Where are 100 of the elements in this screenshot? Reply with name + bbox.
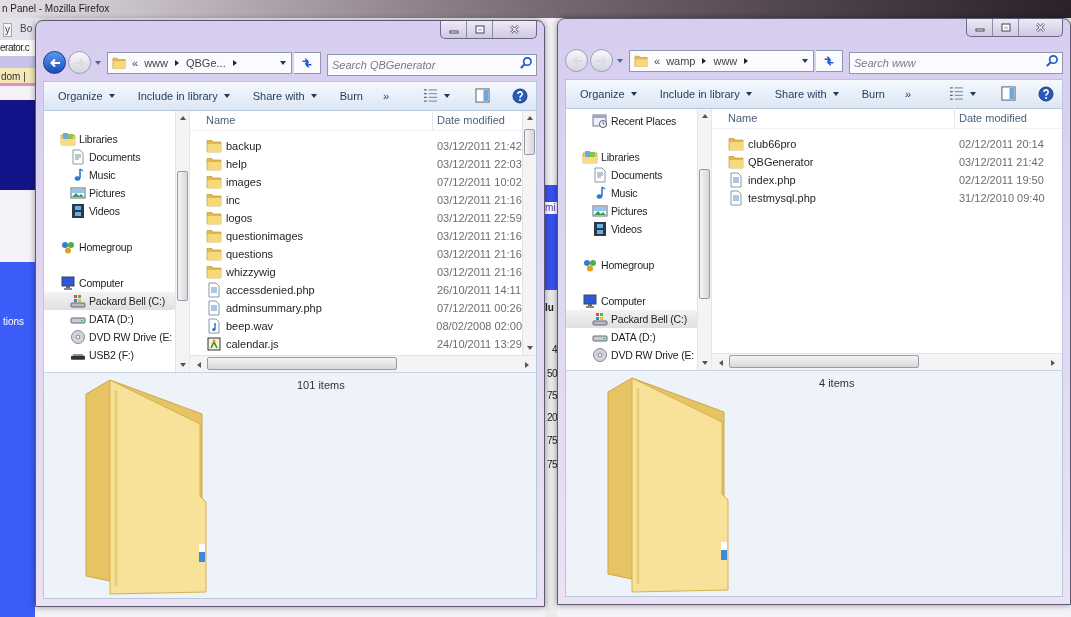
- file-name[interactable]: images: [226, 174, 262, 189]
- file-name[interactable]: beep.wav: [226, 318, 274, 333]
- separator-arrow-icon: [231, 58, 238, 67]
- toolbar-button[interactable]: Organize: [574, 82, 644, 105]
- picture-icon: [70, 184, 86, 201]
- search-field[interactable]: Search www: [849, 51, 1063, 74]
- file-name[interactable]: club66pro: [748, 136, 797, 151]
- overflow-chevron[interactable]: «: [654, 53, 661, 68]
- nav-item[interactable]: Homegroup: [566, 255, 697, 274]
- file-name[interactable]: QBGenerator: [748, 154, 814, 169]
- file-name[interactable]: adminsummary.php: [226, 300, 322, 315]
- file-name[interactable]: logos: [226, 210, 253, 225]
- separator-arrow-icon: [701, 56, 708, 65]
- horizontal-scrollbar[interactable]: [712, 353, 1062, 370]
- film-icon: [592, 220, 608, 237]
- nav-item[interactable]: Pictures: [566, 201, 697, 220]
- nav-item[interactable]: Videos: [566, 219, 697, 238]
- file-name[interactable]: questions: [226, 246, 274, 261]
- breadcrumb[interactable]: www: [713, 53, 738, 68]
- search-field[interactable]: Search QBGenerator: [327, 53, 537, 76]
- breadcrumb[interactable]: QBGe...: [185, 55, 226, 70]
- file-name[interactable]: backup: [226, 138, 262, 153]
- column-header[interactable]: Date modified: [955, 108, 1062, 129]
- file-name[interactable]: questionimages: [226, 228, 304, 243]
- toolbar-button[interactable]: Burn: [855, 82, 891, 105]
- vertical-scrollbar[interactable]: [522, 110, 536, 355]
- address-bar[interactable]: « www QBGe...: [107, 51, 292, 74]
- toolbar-button[interactable]: y: [3, 23, 12, 37]
- nav-item[interactable]: Packard Bell (C:): [566, 309, 697, 328]
- address-bar[interactable]: « wamp www: [629, 49, 814, 72]
- nav-item[interactable]: DVD RW Drive (E:: [566, 345, 697, 364]
- link-text[interactable]: dom |: [0, 68, 35, 86]
- vertical-scrollbar[interactable]: [175, 110, 189, 372]
- nav-item[interactable]: Recent Places: [566, 111, 697, 130]
- back-button[interactable]: [43, 51, 66, 75]
- scroll-thumb[interactable]: [177, 170, 188, 301]
- forward-button[interactable]: [590, 49, 613, 73]
- nav-item[interactable]: Libraries: [44, 129, 175, 148]
- column-header[interactable]: Name: [712, 108, 955, 129]
- nav-item[interactable]: Music: [566, 183, 697, 202]
- toolbar-button[interactable]: Include in library: [653, 82, 759, 105]
- nav-item[interactable]: Computer: [44, 273, 175, 292]
- scroll-up-arrow-icon: [179, 114, 187, 121]
- folder-icon: [112, 55, 126, 70]
- scroll-thumb[interactable]: [524, 128, 535, 155]
- nav-item[interactable]: DVD RW Drive (E:: [44, 327, 175, 346]
- toolbar-button[interactable]: Bo: [20, 23, 33, 35]
- nav-item[interactable]: Videos: [44, 201, 175, 220]
- nav-item[interactable]: Documents: [44, 147, 175, 166]
- nav-item[interactable]: Packard Bell (C:): [44, 291, 175, 310]
- arrow-icon: [48, 56, 61, 69]
- arrow-icon: [595, 54, 608, 67]
- date-modified: 03/12/2011 21:42: [436, 138, 522, 153]
- nav-item[interactable]: Homegroup: [44, 237, 175, 256]
- nav-item[interactable]: Computer: [566, 291, 697, 310]
- nav-item[interactable]: DATA (D:): [566, 327, 697, 346]
- refresh-button[interactable]: [816, 49, 843, 72]
- column-header[interactable]: Date modified: [433, 110, 522, 131]
- caret-icon: [801, 56, 809, 65]
- breadcrumb[interactable]: www: [144, 55, 168, 70]
- library-icon: [60, 130, 76, 147]
- nav-item[interactable]: Pictures: [44, 183, 175, 202]
- file-name[interactable]: inc: [226, 192, 241, 207]
- toolbar-button[interactable]: Share with: [246, 84, 324, 107]
- overflow-chevron[interactable]: «: [132, 55, 139, 70]
- file-name[interactable]: whizzywig: [226, 264, 276, 279]
- document-icon: [70, 148, 86, 165]
- vertical-scrollbar[interactable]: [697, 108, 711, 370]
- toolbar-button[interactable]: Share with: [768, 82, 846, 105]
- help-icon: [1038, 85, 1054, 102]
- file-name[interactable]: testmysql.php: [748, 190, 816, 205]
- file-name[interactable]: accessdenied.php: [226, 282, 315, 297]
- breadcrumb[interactable]: wamp: [666, 53, 696, 68]
- sidebar-text[interactable]: tions: [3, 316, 25, 328]
- nav-item[interactable]: DATA (D:): [44, 309, 175, 328]
- toolbar-button[interactable]: Burn: [333, 84, 369, 107]
- date-modified: 07/12/2011 00:26: [436, 300, 522, 315]
- folder-icon: [728, 153, 744, 170]
- toolbar-button[interactable]: Include in library: [131, 84, 237, 107]
- scroll-thumb[interactable]: [207, 357, 397, 370]
- scroll-thumb[interactable]: [729, 355, 919, 368]
- nav-item[interactable]: Music: [44, 165, 175, 184]
- more-commands-button[interactable]: »: [378, 88, 394, 103]
- scroll-up-arrow-icon: [526, 114, 534, 121]
- file-name[interactable]: help: [226, 156, 247, 171]
- file-name[interactable]: calendar.js: [226, 336, 279, 351]
- nav-item[interactable]: USB2 (F:): [44, 345, 175, 364]
- date-modified: 02/12/2011 20:14: [958, 136, 1044, 151]
- more-commands-button[interactable]: »: [900, 86, 916, 101]
- folder-icon: [206, 209, 222, 226]
- refresh-button[interactable]: [294, 51, 321, 74]
- nav-item[interactable]: Documents: [566, 165, 697, 184]
- toolbar-button[interactable]: Organize: [52, 84, 122, 107]
- scroll-up-arrow-icon: [701, 112, 709, 119]
- file-name[interactable]: index.php: [748, 172, 796, 187]
- nav-item[interactable]: Libraries: [566, 147, 697, 166]
- horizontal-scrollbar[interactable]: [190, 355, 536, 372]
- folder-icon: [206, 263, 222, 280]
- column-header[interactable]: Name: [190, 110, 433, 131]
- scroll-thumb[interactable]: [699, 168, 710, 299]
